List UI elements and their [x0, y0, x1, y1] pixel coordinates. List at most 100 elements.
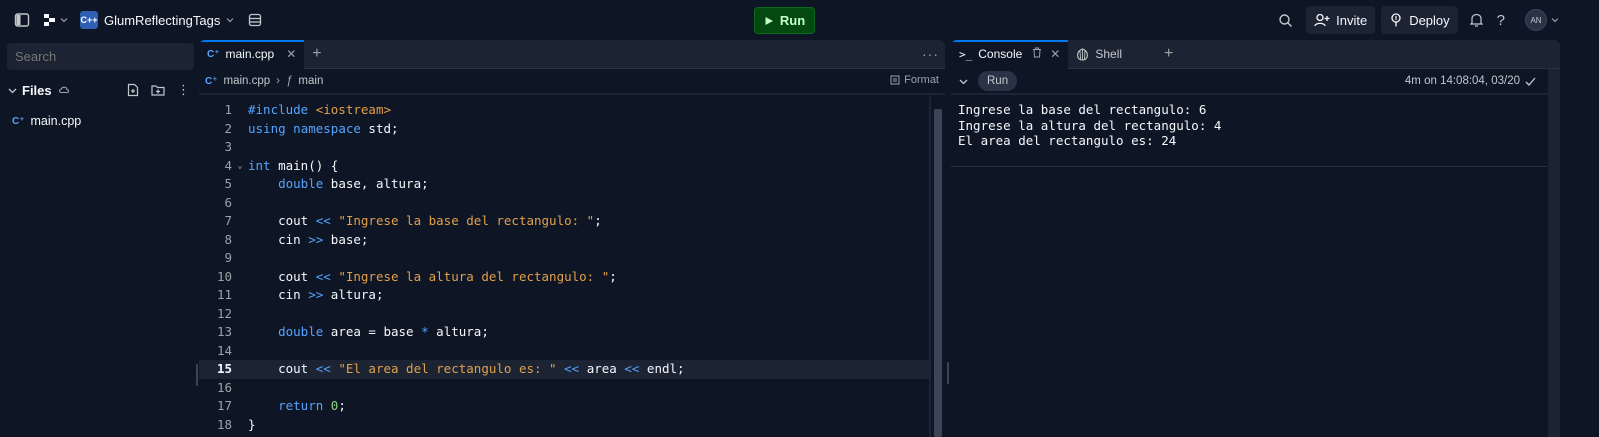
chevron-down-icon[interactable]: [60, 16, 68, 24]
sidebar-toggle-icon[interactable]: [14, 12, 30, 28]
code-line[interactable]: 12: [199, 305, 929, 324]
gutter-spacer: [232, 360, 248, 379]
code-line[interactable]: 15 cout << "El area del rectangulo es: "…: [199, 360, 929, 379]
code-line[interactable]: 14: [199, 342, 929, 361]
code-text: double base, altura;: [278, 176, 429, 191]
help-icon[interactable]: ?: [1497, 12, 1505, 29]
editor-scrollbar[interactable]: [931, 95, 945, 437]
tab-main-cpp[interactable]: C⁺ main.cpp ✕: [199, 40, 305, 69]
resize-handle[interactable]: [947, 362, 949, 384]
code-line[interactable]: 6: [199, 194, 929, 213]
run-chip[interactable]: Run: [978, 71, 1018, 91]
run-button-label: Run: [779, 13, 806, 28]
cpp-language-icon: C++: [80, 11, 98, 29]
shell-icon: [1077, 47, 1089, 61]
pane-divider[interactable]: [946, 40, 950, 437]
invite-button[interactable]: Invite: [1306, 6, 1376, 34]
code-line[interactable]: 3: [199, 138, 929, 157]
code-line[interactable]: 10 cout << "Ingrese la altura del rectan…: [199, 268, 929, 287]
code-line[interactable]: 7 cout << "Ingrese la base del rectangul…: [199, 212, 929, 231]
new-file-icon[interactable]: [127, 83, 139, 97]
chevron-down-icon[interactable]: [1551, 16, 1559, 24]
line-number: 17: [216, 398, 232, 413]
code-line[interactable]: 5 double base, altura;: [199, 175, 929, 194]
tab-label: main.cpp: [225, 47, 275, 61]
breadcrumb-file[interactable]: main.cpp: [224, 75, 271, 87]
invite-label: Invite: [1336, 12, 1368, 28]
line-number: 18: [216, 416, 232, 432]
code-line[interactable]: 1 #include <iostream>: [199, 101, 929, 120]
line-number: 7: [224, 213, 232, 228]
gutter-spacer: [232, 342, 248, 361]
code-text: cout << "El area del rectangulo es: " <<…: [248, 361, 685, 376]
replit-logo-icon[interactable]: [43, 13, 57, 27]
line-number: 5: [224, 176, 232, 191]
repl-name[interactable]: GlumReflectingTags: [104, 13, 220, 28]
code-editor[interactable]: 1 #include <iostream> 2 using namespace std…: [199, 95, 929, 437]
gutter-spacer: [232, 286, 248, 305]
code-line[interactable]: 4 ⌄ int main() {: [199, 157, 929, 176]
more-options-icon[interactable]: ⋮: [177, 82, 190, 98]
run-button[interactable]: Run: [754, 7, 815, 34]
tab-shell[interactable]: Shell: [1068, 40, 1130, 69]
add-tab-icon[interactable]: +: [304, 45, 329, 63]
code-text: using namespace std;: [248, 120, 399, 136]
breadcrumb-symbol[interactable]: main: [298, 75, 323, 87]
deploy-button[interactable]: Deploy: [1381, 6, 1458, 34]
close-icon[interactable]: ✕: [1050, 47, 1060, 61]
console-line: Ingrese la altura del rectangulo: 4: [958, 117, 1222, 133]
more-options-icon[interactable]: ···: [922, 46, 939, 62]
code-text: #include <iostream>: [248, 102, 391, 117]
scrollbar-thumb[interactable]: [934, 109, 942, 437]
search-input[interactable]: [7, 43, 194, 70]
gutter-spacer: [232, 175, 248, 194]
line-number: 11: [216, 287, 232, 302]
gutter-spacer: [232, 379, 248, 398]
resize-handle[interactable]: [196, 364, 198, 386]
code-line[interactable]: 8 cin >> base;: [199, 231, 929, 250]
code-line[interactable]: 13 double area = base * altura;: [199, 323, 929, 342]
status-text: 4m on 14:08:04, 03/20: [1404, 75, 1520, 87]
trash-icon[interactable]: [1032, 47, 1042, 61]
code-line[interactable]: 17 return 0;: [199, 397, 929, 416]
code-text: cin >> altura;: [248, 287, 384, 302]
files-title: Files: [22, 82, 52, 98]
console-tabs: >_ Console ✕ Shell +: [951, 40, 1560, 69]
add-tab-icon[interactable]: +: [1156, 45, 1181, 63]
code-line[interactable]: 16: [199, 379, 929, 398]
cpp-file-icon: C⁺: [205, 75, 218, 87]
gutter-spacer: [232, 397, 248, 416]
code-line[interactable]: 11 cin >> altura;: [199, 286, 929, 305]
file-name: main.cpp: [30, 114, 82, 128]
play-icon: [765, 16, 773, 25]
avatar[interactable]: AN: [1525, 9, 1547, 31]
code-line[interactable]: 18}: [199, 416, 929, 435]
new-folder-icon[interactable]: [151, 84, 165, 96]
console-scrollbar[interactable]: [1548, 69, 1560, 437]
chevron-down-icon[interactable]: [8, 86, 17, 95]
file-item[interactable]: C⁺ main.cpp: [12, 114, 81, 128]
divider: [951, 166, 1547, 167]
line-number: 12: [216, 305, 232, 321]
code-line[interactable]: 9: [199, 249, 929, 268]
line-number: 13: [216, 324, 232, 339]
editor-panel: C⁺ main.cpp ✕ + ··· C⁺ main.cpp › ƒ main…: [199, 40, 945, 437]
search-icon[interactable]: [1278, 13, 1293, 28]
line-number: 2: [224, 120, 232, 136]
files-sidebar: Files ⋮ C⁺ main.cpp: [0, 40, 196, 437]
code-line[interactable]: 2 using namespace std;: [199, 120, 929, 139]
breadcrumb: C⁺ main.cpp › ƒ main Format: [199, 69, 945, 94]
chevron-down-icon[interactable]: [959, 77, 968, 86]
fold-chevron-icon[interactable]: ⌄: [232, 157, 248, 176]
tab-console[interactable]: >_ Console ✕: [951, 40, 1069, 69]
code-text: return 0;: [278, 398, 346, 413]
console-output[interactable]: Ingrese la base del rectangulo: 6 Ingres…: [951, 95, 1560, 437]
workspace-layout-icon[interactable]: [248, 13, 262, 27]
bell-icon[interactable]: [1469, 13, 1483, 27]
chevron-down-icon[interactable]: [226, 16, 234, 24]
check-icon: [1525, 77, 1536, 86]
format-button[interactable]: Format: [890, 74, 939, 86]
close-icon[interactable]: ✕: [286, 47, 296, 61]
line-number: 8: [224, 231, 232, 247]
sync-status-icon: [58, 84, 70, 96]
